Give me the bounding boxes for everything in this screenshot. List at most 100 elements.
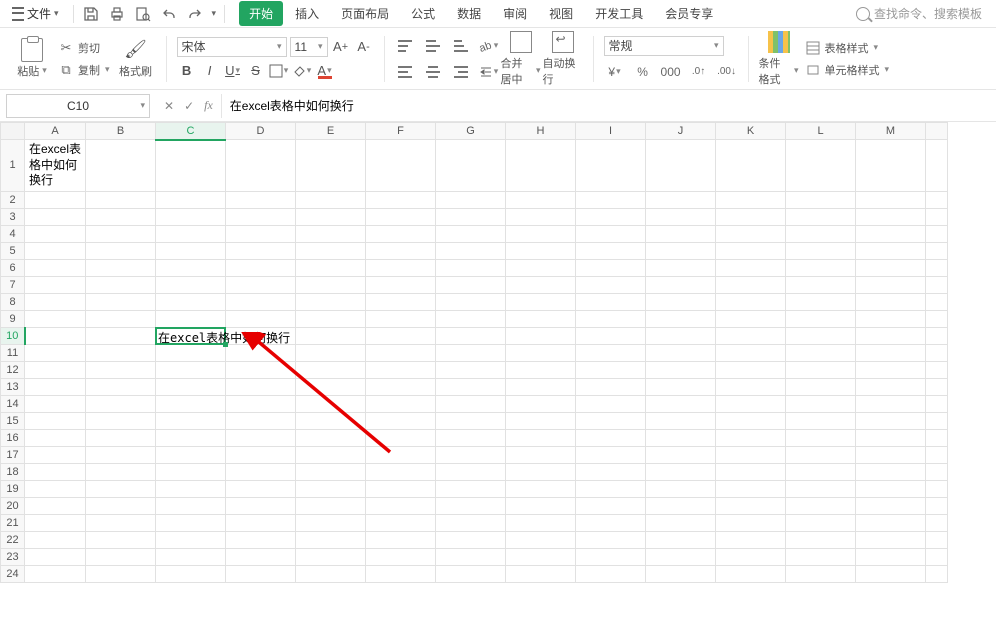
font-color-button[interactable]: A▾ — [315, 61, 335, 81]
cell[interactable] — [786, 531, 856, 548]
orientation-button[interactable]: ab▾ — [479, 36, 499, 56]
cell[interactable] — [506, 310, 576, 327]
currency-button[interactable]: ¥▾ — [604, 62, 626, 82]
cell[interactable] — [716, 480, 786, 497]
cell[interactable] — [86, 531, 156, 548]
cell[interactable] — [86, 327, 156, 344]
cell[interactable] — [856, 310, 926, 327]
cell[interactable] — [226, 191, 296, 208]
cell[interactable] — [716, 395, 786, 412]
cell[interactable] — [226, 361, 296, 378]
cell[interactable] — [646, 361, 716, 378]
tab-view[interactable]: 视图 — [539, 1, 583, 26]
cell[interactable] — [506, 378, 576, 395]
cell[interactable] — [926, 259, 948, 276]
cell[interactable] — [576, 531, 646, 548]
redo-icon[interactable] — [186, 5, 204, 23]
decrease-decimal-button[interactable]: .00↓ — [716, 62, 738, 82]
cell[interactable] — [856, 242, 926, 259]
cell[interactable] — [926, 361, 948, 378]
cell[interactable] — [856, 361, 926, 378]
cell[interactable] — [436, 463, 506, 480]
percent-button[interactable]: % — [632, 62, 654, 82]
cell[interactable] — [296, 327, 366, 344]
cell[interactable] — [296, 548, 366, 565]
cell[interactable] — [156, 140, 226, 192]
column-header[interactable]: A — [25, 123, 86, 140]
cell[interactable] — [436, 242, 506, 259]
cell[interactable] — [296, 225, 366, 242]
column-header[interactable]: H — [506, 123, 576, 140]
cell[interactable] — [856, 412, 926, 429]
cell[interactable] — [576, 208, 646, 225]
cell[interactable] — [366, 531, 436, 548]
cell[interactable] — [786, 497, 856, 514]
cell[interactable] — [786, 429, 856, 446]
increase-font-button[interactable]: A+ — [331, 37, 351, 57]
cell[interactable] — [226, 463, 296, 480]
cell[interactable] — [296, 412, 366, 429]
cell[interactable] — [576, 344, 646, 361]
tab-insert[interactable]: 插入 — [285, 1, 329, 26]
cell[interactable] — [856, 140, 926, 192]
cell[interactable] — [786, 412, 856, 429]
cell[interactable] — [156, 225, 226, 242]
cell[interactable] — [156, 497, 226, 514]
cell[interactable] — [646, 293, 716, 310]
row-header[interactable]: 6 — [1, 259, 25, 276]
cell[interactable] — [926, 327, 948, 344]
cell[interactable] — [226, 446, 296, 463]
row-header[interactable]: 18 — [1, 463, 25, 480]
cell[interactable] — [436, 429, 506, 446]
cell[interactable] — [296, 293, 366, 310]
cell[interactable] — [786, 565, 856, 582]
cell[interactable] — [856, 463, 926, 480]
cell[interactable] — [25, 242, 86, 259]
cell[interactable] — [436, 548, 506, 565]
cell[interactable] — [716, 565, 786, 582]
cell[interactable] — [716, 514, 786, 531]
cell[interactable] — [926, 140, 948, 192]
cell[interactable] — [226, 225, 296, 242]
cell[interactable] — [856, 378, 926, 395]
cell[interactable] — [436, 344, 506, 361]
cell[interactable] — [156, 446, 226, 463]
cell[interactable] — [646, 140, 716, 192]
cell[interactable] — [856, 327, 926, 344]
cell[interactable] — [296, 429, 366, 446]
cell[interactable] — [506, 446, 576, 463]
cell[interactable] — [436, 310, 506, 327]
column-header[interactable]: F — [366, 123, 436, 140]
column-header[interactable]: D — [226, 123, 296, 140]
cell[interactable] — [716, 344, 786, 361]
cell[interactable] — [366, 565, 436, 582]
print-preview-icon[interactable] — [134, 5, 152, 23]
cell[interactable]: 在excel表 格中如何 换行 — [25, 140, 86, 192]
cell[interactable] — [226, 429, 296, 446]
cell[interactable] — [86, 497, 156, 514]
cell[interactable] — [716, 242, 786, 259]
cell[interactable] — [366, 208, 436, 225]
cell[interactable] — [25, 463, 86, 480]
cell[interactable] — [156, 480, 226, 497]
cell[interactable] — [25, 225, 86, 242]
row-header[interactable]: 9 — [1, 310, 25, 327]
cell[interactable] — [226, 480, 296, 497]
row-header[interactable]: 4 — [1, 225, 25, 242]
cell[interactable] — [296, 276, 366, 293]
wrap-text-button[interactable]: 自动换行 — [543, 32, 583, 86]
cell[interactable] — [646, 310, 716, 327]
cell[interactable] — [366, 140, 436, 192]
cell[interactable] — [716, 446, 786, 463]
cell[interactable] — [436, 327, 506, 344]
cell[interactable] — [506, 259, 576, 276]
save-icon[interactable] — [82, 5, 100, 23]
tab-page-layout[interactable]: 页面布局 — [331, 1, 399, 26]
cell[interactable] — [786, 310, 856, 327]
increase-decimal-button[interactable]: .0↑ — [688, 62, 710, 82]
cell[interactable] — [296, 361, 366, 378]
cell[interactable] — [156, 293, 226, 310]
cell[interactable] — [506, 429, 576, 446]
cell[interactable] — [506, 514, 576, 531]
cell[interactable] — [716, 191, 786, 208]
